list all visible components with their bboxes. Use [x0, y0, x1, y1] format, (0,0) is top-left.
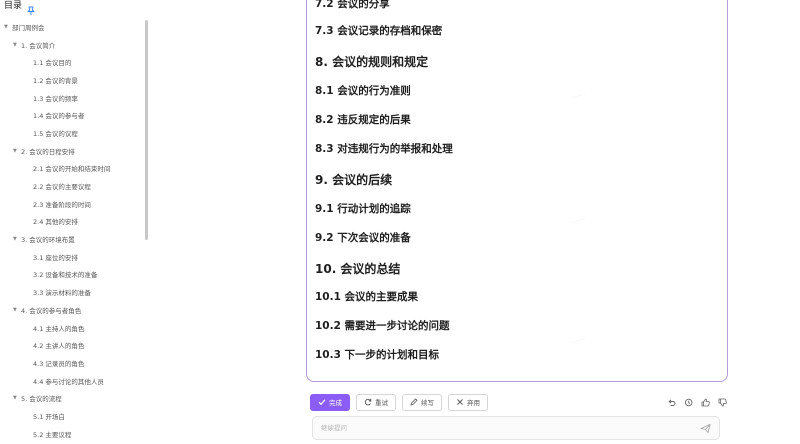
toc-item[interactable]: 1.2 会议的背景	[0, 71, 145, 89]
history-icon[interactable]	[683, 397, 694, 408]
discard-button-label: 弃用	[467, 400, 480, 407]
toc-item[interactable]: 4.4 参与讨论的其他人员	[0, 372, 145, 390]
send-icon[interactable]	[697, 420, 713, 436]
pencil-icon	[410, 398, 418, 406]
subsection-heading: 8.3 对违规行为的举报和处理	[315, 143, 453, 155]
toc-item-label: 3.3 演示材料的准备	[33, 289, 91, 298]
toc-item[interactable]: 2.3 准备阶段的时间	[0, 195, 145, 213]
section-heading: 9. 会议的后续	[315, 173, 393, 187]
toc-item-label: 4.4 参与讨论的其他人员	[33, 377, 104, 386]
watermark: ⋯⋯⋯	[571, 90, 588, 102]
toc-item[interactable]: ▼ 3. 会议的环境布置	[0, 230, 145, 248]
toc-item[interactable]: 3.1 座位的安排	[0, 248, 145, 266]
action-bar: 完成 重试 续写 弃用	[310, 389, 728, 415]
thumb-down-icon[interactable]	[717, 397, 728, 408]
toc-item-label: 3. 会议的环境布置	[21, 236, 75, 245]
toc-item[interactable]: ▼ 5. 会议的流程	[0, 389, 145, 407]
toc-item[interactable]: 4.3 记录员的角色	[0, 354, 145, 372]
check-icon	[318, 399, 326, 406]
undo-icon[interactable]	[666, 397, 677, 408]
close-icon	[457, 399, 463, 405]
done-button[interactable]: 完成	[310, 393, 350, 411]
refresh-icon	[364, 398, 372, 406]
toc-item-label: 1. 会议简介	[21, 41, 56, 50]
toc-item-label: 部门周例会	[12, 23, 45, 32]
toc-sidebar: 目录 ▼ 部门周例会 ▼ 1. 会议简介 1.1 会议目的 1.2 会议的背景 1.3 会议…	[0, 0, 152, 444]
toc-item-label: 3.1 座位的安排	[33, 253, 78, 262]
watermark: ⋯⋯⋯	[571, 335, 588, 347]
chevron-down-icon[interactable]: ▼	[13, 42, 21, 48]
toc-item[interactable]: 1.3 会议的频率	[0, 89, 145, 107]
toc-item-label: 4.1 主持人的角色	[33, 324, 85, 333]
toc-item-label: 4.3 记录员的角色	[33, 359, 85, 368]
subsection-heading: 7.2 会议的分享	[315, 0, 390, 10]
toc-item[interactable]: 5.2 主要议程	[0, 425, 145, 443]
toc-item-label: 4.2 主讲人的角色	[33, 342, 85, 351]
toc-item[interactable]: 1.4 会议的参与者	[0, 106, 145, 124]
toc-item[interactable]: 3.3 演示材料的准备	[0, 283, 145, 301]
continue-writing-button[interactable]: 续写	[402, 393, 442, 411]
toc-item[interactable]: 1.1 会议目的	[0, 53, 145, 71]
toc-item-label: 3.2 设备和技术的准备	[33, 271, 98, 280]
subsection-heading: 10.3 下一步的计划和目标	[315, 349, 440, 361]
section-heading: 10. 会议的总结	[315, 262, 401, 276]
toc-item[interactable]: 2.1 会议的开始和结束时间	[0, 160, 145, 178]
subsection-heading: 9.1 行动计划的追踪	[315, 203, 411, 215]
chevron-down-icon[interactable]: ▼	[13, 236, 21, 242]
subsection-heading: 9.2 下次会议的准备	[315, 232, 411, 244]
toc-item-label: 2.2 会议的主要议程	[33, 183, 91, 192]
toc-item-label: 2.3 准备阶段的时间	[33, 200, 91, 209]
toc-item-label: 1.5 会议的议程	[33, 129, 78, 138]
chevron-down-icon[interactable]: ▼	[13, 307, 21, 313]
toc-item-label: 5.2 主要议程	[33, 430, 72, 439]
subsection-heading: 7.3 会议记录的存档和保密	[315, 25, 443, 37]
subsection-heading: 8.2 违反规定的后果	[315, 114, 411, 126]
toc-item-label: 2.4 其他的安排	[33, 218, 78, 227]
toc-item[interactable]: ▼ 2. 会议的日程安排	[0, 142, 145, 160]
chevron-down-icon[interactable]: ▼	[4, 24, 12, 30]
watermark: ⋯⋯⋯	[571, 215, 588, 227]
chevron-down-icon[interactable]: ▼	[13, 148, 21, 154]
toc-item[interactable]: 1.5 会议的议程	[0, 124, 145, 142]
toc-item-label: 1.4 会议的参与者	[33, 112, 85, 121]
continue-writing-button-label: 续写	[421, 400, 434, 407]
toc-item[interactable]: ▼ 部门周例会	[0, 18, 145, 36]
toc-scrollbar[interactable]	[145, 20, 148, 240]
toc-item-label: 1.2 会议的背景	[33, 76, 78, 85]
chevron-down-icon[interactable]: ▼	[13, 395, 21, 401]
toc-item-label: 2. 会议的日程安排	[21, 147, 75, 156]
retry-button[interactable]: 重试	[356, 393, 396, 411]
toc-item[interactable]: 5.1 开场白	[0, 407, 145, 425]
toc-item[interactable]: 2.2 会议的主要议程	[0, 177, 145, 195]
thumb-up-icon[interactable]	[700, 397, 711, 408]
toc-item-label: 5.1 开场白	[33, 412, 65, 421]
toc-header: 目录	[4, 0, 36, 15]
chat-input-box	[312, 416, 720, 440]
pin-icon[interactable]	[26, 1, 36, 15]
toc-item[interactable]: ▼ 1. 会议简介	[0, 36, 145, 54]
toc-item[interactable]: 4.1 主持人的角色	[0, 319, 145, 337]
subsection-heading: 10.1 会议的主要成果	[315, 291, 419, 303]
chat-input[interactable]	[313, 424, 697, 432]
subsection-heading: 8.1 会议的行为准则	[315, 85, 411, 97]
document-card: 7.2 会议的分享 7.3 会议记录的存档和保密 8. 会议的规则和规定 8.1 会议…	[306, 0, 728, 382]
toc-item-label: 1.3 会议的频率	[33, 94, 78, 103]
toc-list: ▼ 部门周例会 ▼ 1. 会议简介 1.1 会议目的 1.2 会议的背景 1.3 会议的频率…	[0, 18, 145, 443]
toc-item[interactable]: 2.4 其他的安排	[0, 213, 145, 231]
discard-button[interactable]: 弃用	[448, 393, 488, 411]
toc-item[interactable]: 4.2 主讲人的角色	[0, 336, 145, 354]
toc-item[interactable]: ▼ 4. 会议的参与者角色	[0, 301, 145, 319]
toc-item-label: 1.1 会议目的	[33, 59, 72, 68]
toc-item-label: 4. 会议的参与者角色	[21, 306, 82, 315]
toc-item[interactable]: 3.2 设备和技术的准备	[0, 266, 145, 284]
toc-item-label: 5. 会议的流程	[21, 395, 62, 404]
toc-title: 目录	[4, 0, 23, 11]
retry-button-label: 重试	[375, 400, 388, 407]
section-heading: 8. 会议的规则和规定	[315, 55, 429, 69]
subsection-heading: 10.2 需要进一步讨论的问题	[315, 320, 450, 332]
toc-item-label: 2.1 会议的开始和结束时间	[33, 165, 111, 174]
done-button-label: 完成	[329, 400, 342, 407]
